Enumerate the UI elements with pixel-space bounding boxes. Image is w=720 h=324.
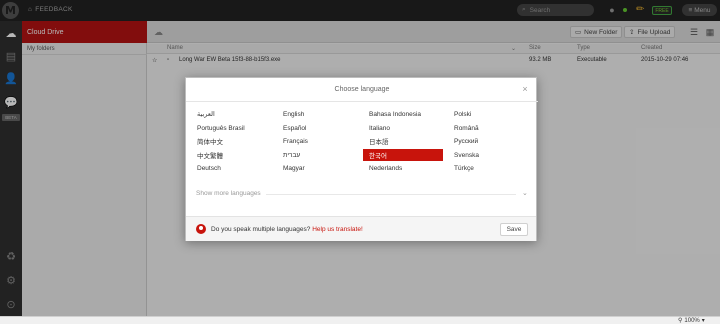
zoom-level: 100%	[684, 317, 700, 324]
language-option[interactable]: עברית	[281, 149, 361, 161]
browser-status-bar: ⚲ 100% ▾	[0, 316, 720, 324]
language-option[interactable]: Svenska	[452, 149, 532, 161]
dialog-footer: Do you speak multiple languages? Help us…	[186, 216, 536, 241]
language-option[interactable]: Deutsch	[195, 162, 275, 174]
translate-globe-icon	[196, 224, 206, 234]
footer-question: Do you speak multiple languages?	[211, 226, 311, 233]
zoom-control[interactable]: ⚲ 100% ▾	[678, 317, 705, 324]
language-option[interactable]: Italiano	[367, 122, 447, 134]
zoom-dropdown-icon: ▾	[701, 318, 705, 324]
language-option[interactable]: 日本語	[367, 135, 447, 147]
show-more-divider	[266, 194, 516, 195]
footer-message: Do you speak multiple languages? Help us…	[211, 226, 363, 233]
language-option[interactable]: Français	[281, 135, 361, 147]
language-option[interactable]: English	[281, 108, 361, 120]
close-icon[interactable]: ×	[520, 84, 530, 94]
save-button[interactable]: Save	[500, 223, 528, 236]
language-option[interactable]: Polski	[452, 108, 532, 120]
language-option[interactable]: Русский	[452, 135, 532, 147]
dialog-title: Choose language	[334, 86, 390, 93]
zoom-magnifier-icon: ⚲	[678, 318, 683, 324]
language-option[interactable]: 简体中文	[195, 135, 275, 147]
dialog-divider	[186, 101, 538, 102]
language-option[interactable]: Nederlands	[367, 162, 447, 174]
show-more-languages-toggle[interactable]: Show more languages	[196, 190, 261, 197]
language-option-selected[interactable]: 한국어	[363, 149, 443, 161]
choose-language-dialog: Choose language × العربية Português Bras…	[185, 77, 538, 241]
language-option[interactable]: Bahasa Indonesia	[367, 108, 447, 120]
language-option[interactable]: العربية	[195, 108, 275, 120]
help-translate-link[interactable]: Help us translate!	[312, 226, 363, 233]
language-option[interactable]: Română	[452, 122, 532, 134]
language-option[interactable]: Magyar	[281, 162, 361, 174]
language-option[interactable]: 中文繁體	[195, 149, 275, 161]
language-option[interactable]: Türkçe	[452, 162, 532, 174]
language-option[interactable]: Português Brasil	[195, 122, 275, 134]
language-option[interactable]: Español	[281, 122, 361, 134]
chevron-down-icon[interactable]: ⌄	[522, 189, 528, 197]
